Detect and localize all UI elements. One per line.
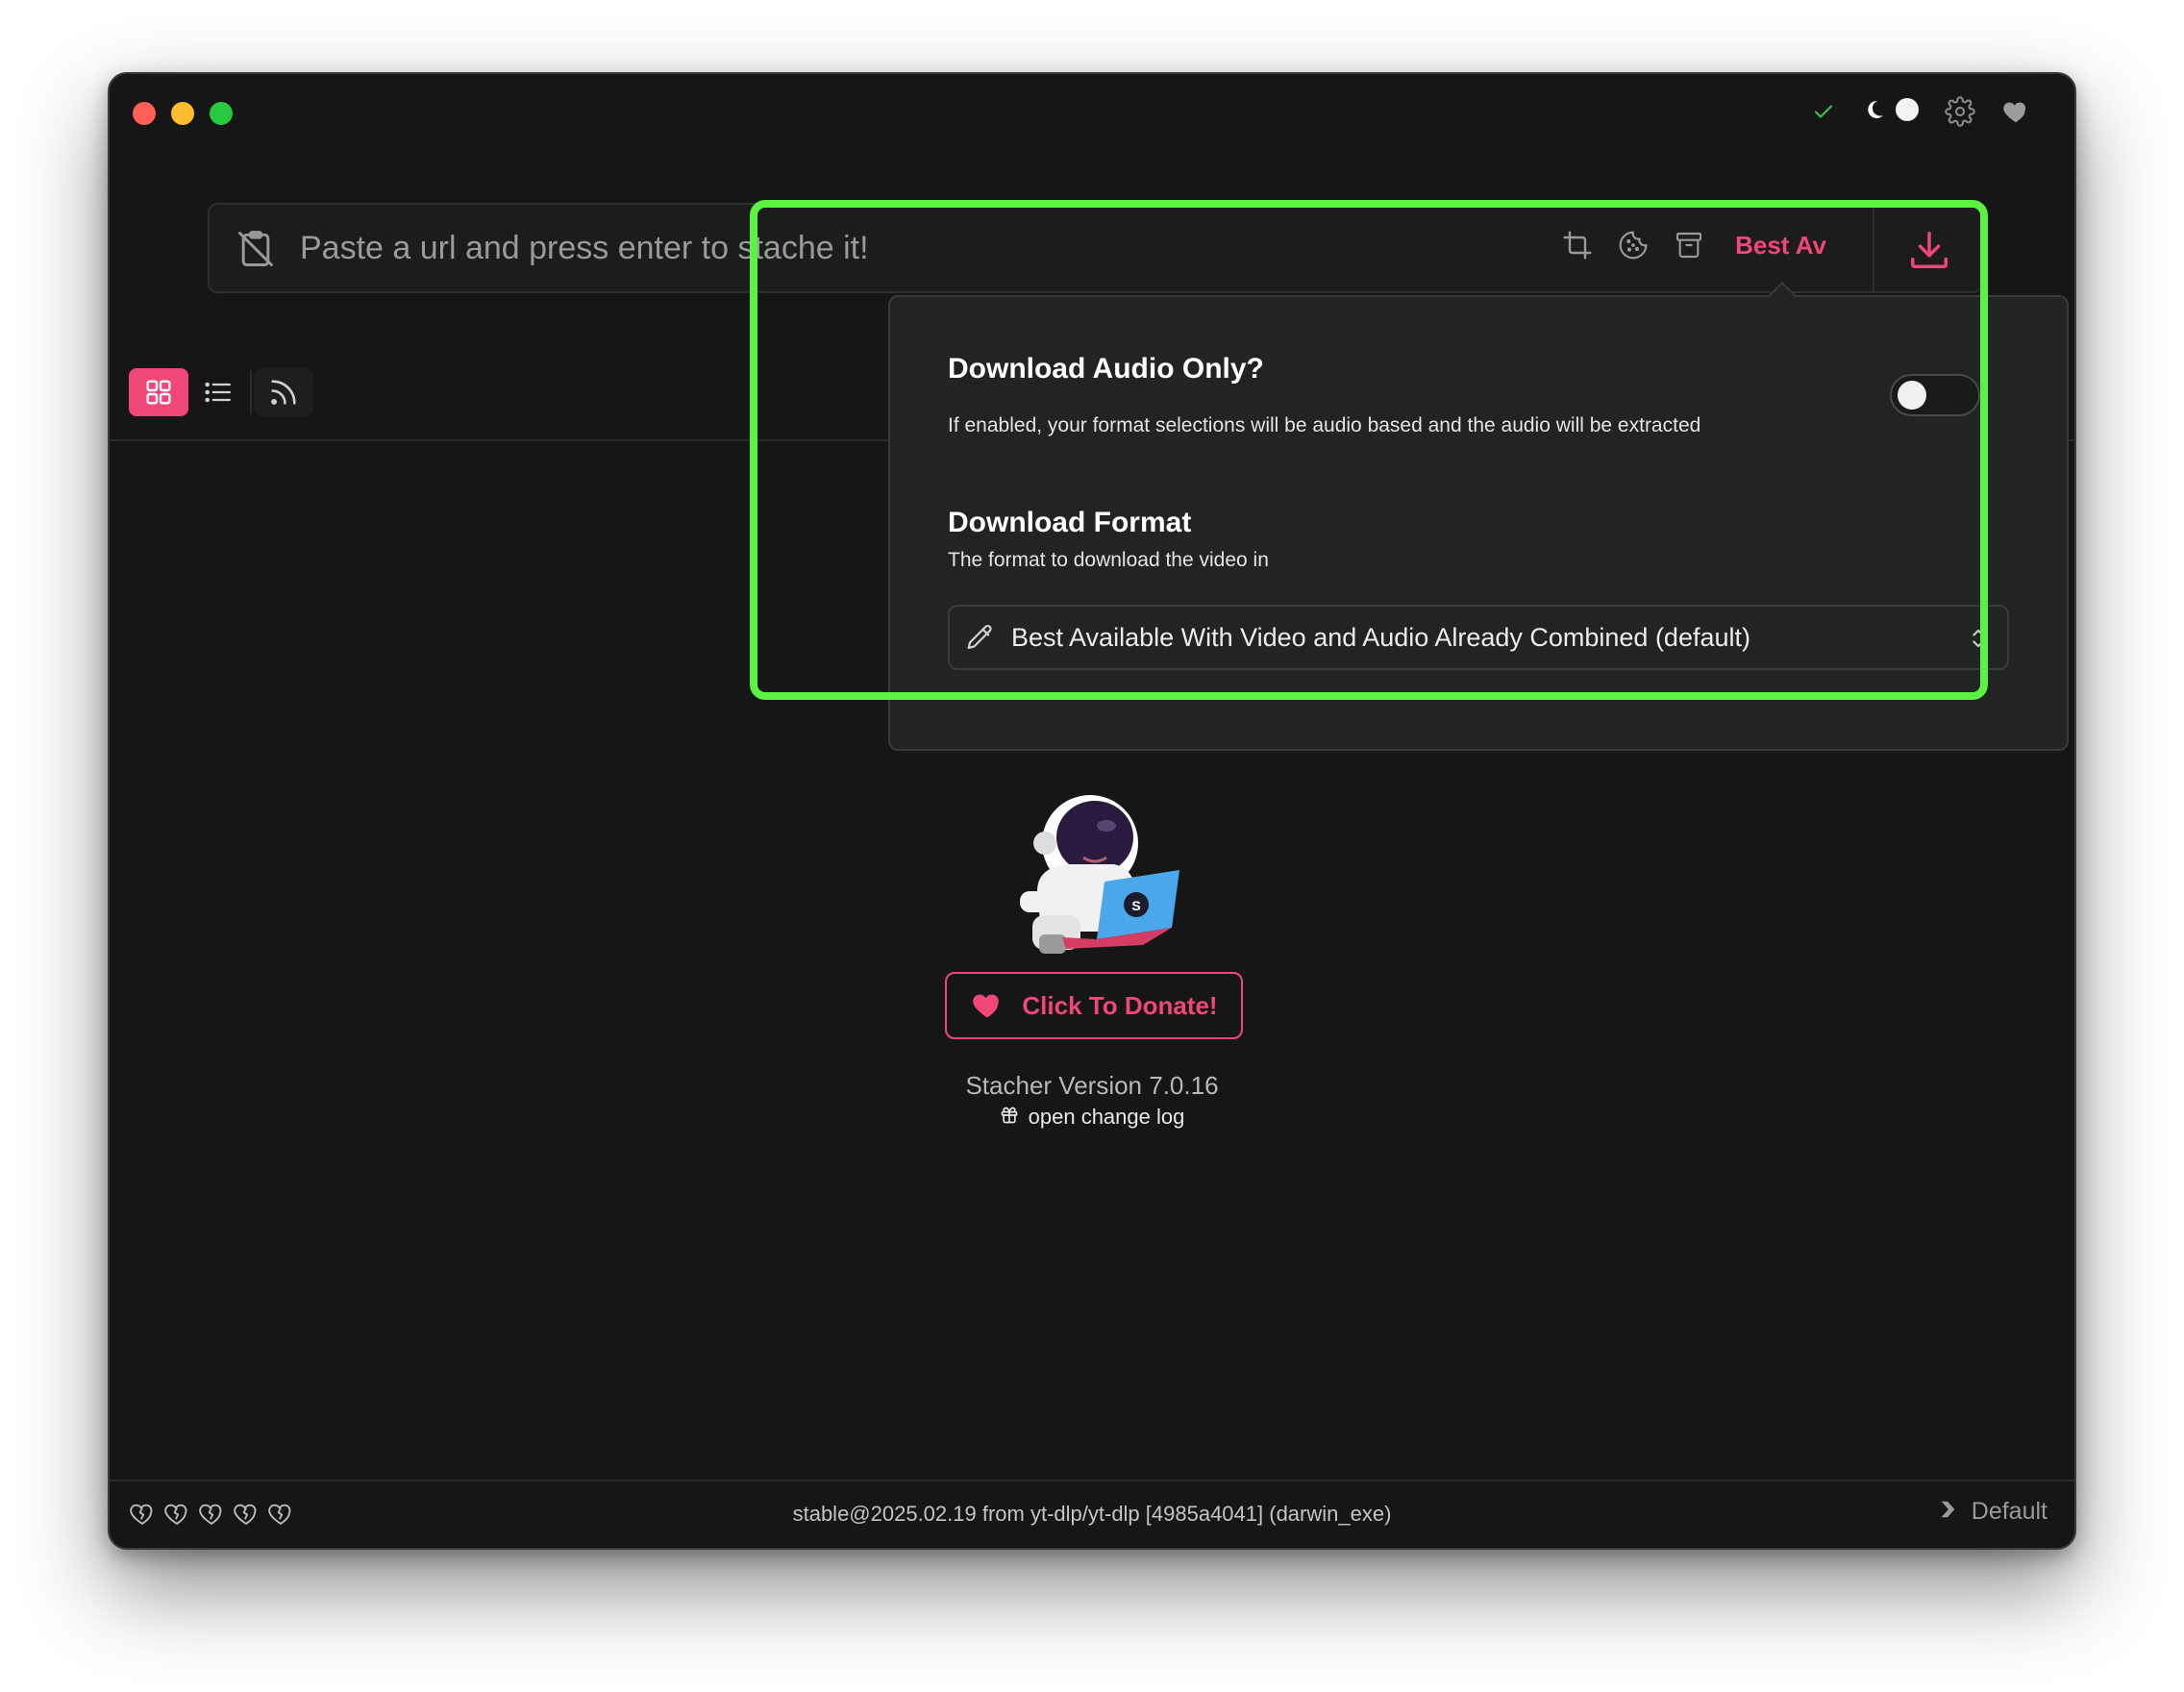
maximize-window-button[interactable] [210,102,233,125]
gear-icon[interactable] [1944,95,1976,128]
profile-label: Default [1971,1498,2048,1525]
heart-icon [970,988,1005,1024]
divider [110,1480,2074,1481]
ytdlp-status: stable@2025.02.19 from yt-dlp/yt-dlp [49… [792,1502,1392,1526]
grid-icon [146,380,171,405]
clipboard-off-icon[interactable] [235,228,277,270]
top-right-toolbar [1807,95,2032,128]
list-view-button[interactable] [188,368,248,416]
donate-label: Click To Donate! [1022,990,1218,1020]
rss-icon [271,380,296,405]
version-text: Stacher Version 7.0.16 [965,1071,1219,1100]
profile-selector[interactable]: Default [1937,1498,2048,1526]
close-window-button[interactable] [133,102,156,125]
changelog-label: open change log [1028,1105,1185,1129]
rss-view-button[interactable] [254,368,313,416]
astronaut-illustration: S [999,776,1191,958]
heart-icon[interactable] [1999,95,2032,128]
light-mode-dot [1894,96,1921,128]
highlight-box [750,200,1988,700]
moon-icon [1863,98,1886,126]
gift-icon [1000,1106,1019,1130]
chevron-right-icon [1937,1499,1958,1525]
grid-view-button[interactable] [129,368,188,416]
window-controls [133,102,233,125]
theme-toggle[interactable] [1863,96,1921,128]
list-icon [205,382,232,403]
svg-text:S: S [1131,898,1140,913]
donate-button[interactable]: Click To Donate! [945,972,1243,1039]
changelog-link[interactable]: open change log [110,1105,2074,1130]
minimize-window-button[interactable] [171,102,194,125]
check-icon [1807,95,1840,128]
divider [250,370,252,414]
view-switcher [129,368,313,416]
